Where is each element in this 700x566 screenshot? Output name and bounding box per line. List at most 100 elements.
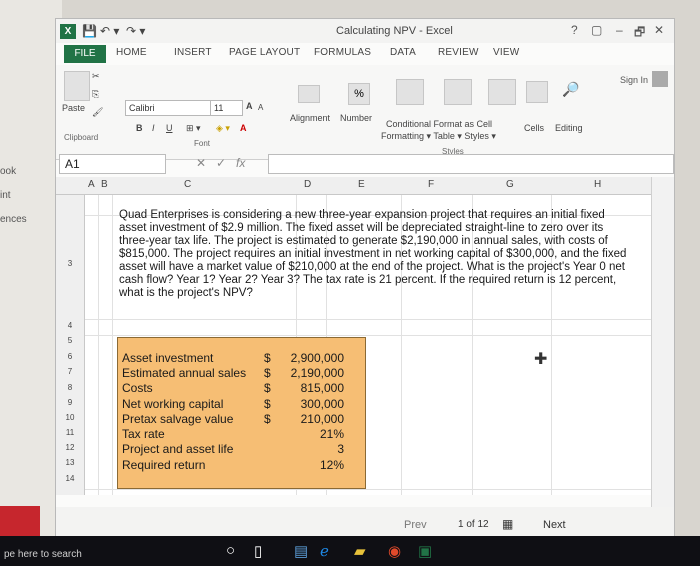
ribbon-display-button[interactable]: ▢ bbox=[591, 23, 602, 37]
tab-home[interactable]: HOME bbox=[116, 47, 147, 58]
cell-styles-icon[interactable] bbox=[488, 79, 516, 105]
input-value[interactable]: 300,000 bbox=[289, 397, 344, 411]
italic-button[interactable]: I bbox=[152, 123, 155, 133]
grid-view-icon[interactable]: ▦ bbox=[502, 517, 513, 531]
row-number[interactable]: 5 bbox=[62, 336, 78, 345]
paste-icon[interactable] bbox=[64, 71, 90, 101]
grow-font-button[interactable]: A bbox=[246, 101, 253, 111]
tab-view[interactable]: VIEW bbox=[493, 47, 519, 58]
input-label[interactable]: Pretax salvage value bbox=[122, 412, 233, 426]
row-number[interactable]: 11 bbox=[62, 428, 78, 437]
excel-taskbar-icon[interactable]: ▣ bbox=[418, 542, 432, 560]
cortana-icon[interactable]: ○ bbox=[226, 542, 235, 559]
minimize-button[interactable]: – bbox=[616, 23, 623, 37]
copy-icon[interactable]: ⎘ bbox=[92, 89, 99, 100]
row-number[interactable]: 9 bbox=[62, 398, 78, 407]
undo-icon[interactable]: ↶ ▾ bbox=[100, 24, 119, 38]
row-number[interactable]: 6 bbox=[62, 352, 78, 361]
column-header[interactable]: D bbox=[304, 179, 311, 190]
insert-function-icon[interactable]: fx bbox=[236, 156, 245, 170]
input-value[interactable]: 12% bbox=[289, 458, 344, 472]
alignment-icon[interactable] bbox=[298, 85, 320, 103]
conditional-format-label[interactable]: Conditional Format as Cell bbox=[386, 119, 492, 129]
input-value[interactable]: 815,000 bbox=[289, 381, 344, 395]
sign-in-link[interactable]: Sign In bbox=[620, 75, 648, 85]
taskbar-search-input[interactable]: pe here to search bbox=[4, 549, 82, 560]
redo-icon[interactable]: ↷ ▾ bbox=[126, 24, 145, 38]
edge-icon[interactable]: ℯ bbox=[320, 542, 329, 560]
font-color-button[interactable]: A bbox=[240, 123, 247, 133]
problem-text-cell[interactable]: Quad Enterprises is considering a new th… bbox=[119, 209, 629, 300]
tab-formulas[interactable]: FORMULAS bbox=[314, 47, 371, 58]
cells-icon[interactable] bbox=[526, 81, 548, 103]
tab-file[interactable]: FILE bbox=[64, 45, 106, 63]
name-box[interactable]: A1 bbox=[59, 154, 166, 174]
cut-icon[interactable]: ✂ bbox=[92, 71, 100, 82]
row-number[interactable]: 14 bbox=[62, 474, 78, 483]
input-label[interactable]: Asset investment bbox=[122, 351, 213, 365]
editing-button[interactable]: Editing bbox=[555, 123, 583, 133]
close-button[interactable]: ✕ bbox=[654, 23, 664, 37]
input-label[interactable]: Estimated annual sales bbox=[122, 366, 246, 380]
input-label[interactable]: Project and asset life bbox=[122, 442, 233, 456]
conditional-formatting-icon[interactable] bbox=[396, 79, 424, 105]
borders-icon[interactable]: ⊞ ▾ bbox=[186, 123, 201, 134]
cancel-icon[interactable]: ✕ bbox=[196, 156, 206, 170]
save-icon[interactable]: 💾 bbox=[82, 24, 97, 38]
row-number[interactable]: 7 bbox=[62, 367, 78, 376]
help-button[interactable]: ? bbox=[571, 23, 578, 37]
vertical-scrollbar[interactable] bbox=[651, 177, 674, 507]
input-value[interactable]: 21% bbox=[289, 427, 344, 441]
input-value[interactable]: 3 bbox=[289, 442, 344, 456]
row-number[interactable]: 12 bbox=[62, 443, 78, 452]
row-number[interactable]: 8 bbox=[62, 383, 78, 392]
bold-button[interactable]: B bbox=[136, 123, 143, 133]
tab-data[interactable]: DATA bbox=[390, 47, 416, 58]
alignment-button[interactable]: Alignment bbox=[290, 113, 330, 123]
number-button[interactable]: Number bbox=[340, 113, 372, 123]
format-as-table-icon[interactable] bbox=[444, 79, 472, 105]
tab-page-layout[interactable]: PAGE LAYOUT bbox=[229, 47, 300, 58]
underline-button[interactable]: U bbox=[166, 123, 173, 133]
column-header[interactable]: G bbox=[506, 179, 514, 190]
task-view-icon[interactable]: ▯ bbox=[254, 542, 262, 560]
input-value[interactable]: 2,900,000 bbox=[289, 351, 344, 365]
column-header[interactable]: E bbox=[358, 179, 365, 190]
next-page-link[interactable]: Next bbox=[543, 519, 566, 531]
formula-input[interactable] bbox=[268, 154, 674, 174]
input-label[interactable]: Net working capital bbox=[122, 397, 223, 411]
number-format-button[interactable]: % bbox=[348, 83, 370, 105]
input-label[interactable]: Costs bbox=[122, 381, 153, 395]
format-painter-icon[interactable]: 🖌 bbox=[92, 107, 103, 118]
shrink-font-button[interactable]: A bbox=[258, 103, 263, 112]
font-name-select[interactable]: Calibri bbox=[125, 100, 212, 116]
column-header[interactable]: F bbox=[428, 179, 434, 190]
row-number[interactable]: 10 bbox=[62, 413, 78, 422]
input-label[interactable]: Required return bbox=[122, 458, 205, 472]
file-explorer-icon[interactable]: ▰ bbox=[354, 542, 366, 560]
row-number[interactable]: 4 bbox=[62, 321, 78, 330]
column-header[interactable]: H bbox=[594, 179, 601, 190]
column-header[interactable]: B bbox=[101, 179, 108, 190]
store-icon[interactable]: ▤ bbox=[294, 542, 308, 560]
prev-page-link[interactable]: Prev bbox=[404, 519, 427, 531]
row-number[interactable]: 3 bbox=[62, 259, 78, 268]
enter-icon[interactable]: ✓ bbox=[216, 156, 226, 170]
column-header[interactable]: A bbox=[88, 179, 95, 190]
formatting-label[interactable]: Formatting ▾ Table ▾ Styles ▾ bbox=[381, 131, 496, 142]
chrome-icon[interactable]: ◉ bbox=[388, 542, 401, 560]
input-value[interactable]: 2,190,000 bbox=[289, 366, 344, 380]
cells-button[interactable]: Cells bbox=[524, 123, 544, 133]
tab-review[interactable]: REVIEW bbox=[438, 47, 479, 58]
paste-label[interactable]: Paste bbox=[62, 103, 85, 113]
column-header[interactable]: C bbox=[184, 179, 191, 190]
tab-insert[interactable]: INSERT bbox=[174, 47, 212, 58]
avatar[interactable] bbox=[652, 71, 668, 87]
restore-button[interactable]: 🗗 bbox=[634, 23, 645, 44]
font-size-select[interactable]: 11 bbox=[210, 100, 243, 116]
find-icon[interactable]: 🔎 bbox=[562, 81, 579, 98]
fill-color-icon[interactable]: ◈ ▾ bbox=[216, 123, 230, 134]
row-number[interactable]: 13 bbox=[62, 458, 78, 467]
input-label[interactable]: Tax rate bbox=[122, 427, 165, 441]
input-value[interactable]: 210,000 bbox=[289, 412, 344, 426]
